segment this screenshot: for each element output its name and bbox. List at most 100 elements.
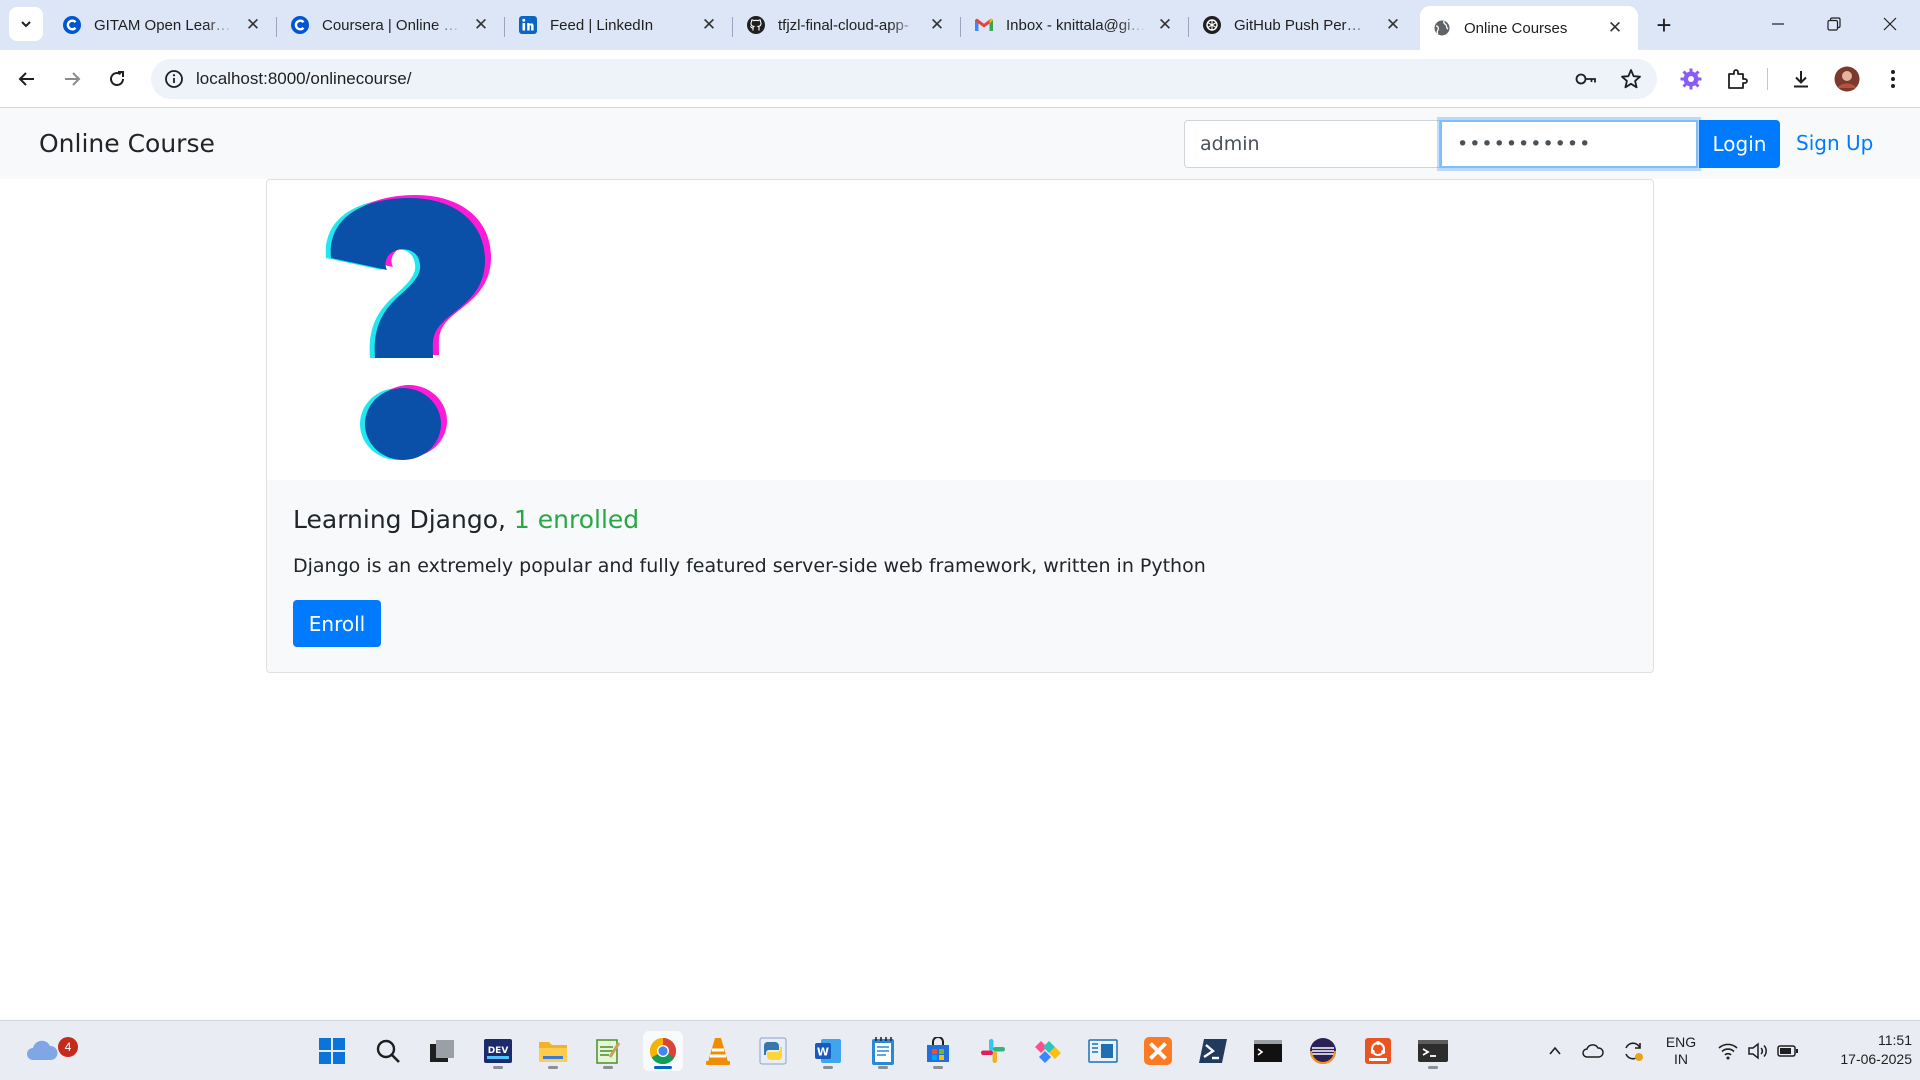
onedrive-tray-icon[interactable] (1578, 1021, 1608, 1080)
bookmark-star-icon[interactable] (1619, 67, 1643, 91)
eclipse-icon (1310, 1038, 1336, 1064)
command-prompt-icon (1254, 1040, 1282, 1062)
browser-tab[interactable]: Feed | LinkedIn ✕ (506, 6, 732, 44)
taskbar-app-vlc[interactable] (698, 1031, 738, 1071)
taskbar-app-file-explorer[interactable] (533, 1031, 573, 1071)
reload-icon (110, 71, 124, 86)
close-icon[interactable]: ✕ (926, 14, 948, 36)
restore-button[interactable] (1806, 0, 1862, 48)
close-icon[interactable]: ✕ (1604, 17, 1626, 39)
course-title: Learning Django, 1 enrolled (293, 505, 639, 534)
close-icon[interactable]: ✕ (1382, 14, 1404, 36)
wifi-tray-icon[interactable] (1714, 1021, 1742, 1080)
enroll-button[interactable]: Enroll (293, 600, 381, 647)
tab-separator (1188, 17, 1189, 37)
extension-gear-button[interactable] (1676, 64, 1706, 94)
taskbar-clock[interactable]: 11:51 17-06-2025 (1808, 1031, 1912, 1069)
taskbar-app-slack[interactable] (973, 1031, 1013, 1071)
close-icon (1883, 17, 1897, 31)
browser-tab[interactable]: tfjzl-final-cloud-app- ✕ (734, 6, 960, 44)
taskbar-search-button[interactable] (368, 1031, 408, 1071)
profile-avatar[interactable] (1832, 64, 1862, 94)
notepad-plus-icon (596, 1039, 621, 1064)
taskbar-app-chrome[interactable] (643, 1031, 683, 1071)
site-info-icon[interactable] (163, 68, 185, 90)
taskbar-app-word[interactable]: W (808, 1031, 848, 1071)
browser-tab[interactable]: GitHub Push Permissions ✕ (1190, 6, 1416, 44)
store-icon (927, 1037, 949, 1062)
taskbar-app-editor[interactable] (588, 1031, 628, 1071)
coursera-icon (290, 15, 310, 35)
taskbar-app-powershell[interactable] (1193, 1031, 1233, 1071)
extensions-button[interactable] (1722, 64, 1752, 94)
tab-separator (504, 17, 505, 37)
sync-icon (1625, 1042, 1643, 1061)
battery-icon (1777, 1045, 1798, 1057)
reload-button[interactable] (100, 62, 134, 96)
taskbar-app-gitkraken[interactable] (1028, 1031, 1068, 1071)
minimize-icon (1772, 23, 1784, 25)
close-icon[interactable]: ✕ (698, 14, 720, 36)
taskbar-app-devhome[interactable]: DEV (478, 1031, 518, 1071)
taskbar-app-notepad[interactable] (863, 1031, 903, 1071)
page-viewport: Online Course admin ••••••••••• Login Si… (0, 108, 1920, 1020)
weather-widget[interactable]: 4 (20, 1031, 78, 1071)
chevron-down-icon (21, 21, 31, 28)
browser-toolbar: localhost:8000/onlinecourse/ (0, 50, 1920, 108)
signup-link[interactable]: Sign Up (1796, 131, 1873, 155)
taskbar-app-store[interactable] (918, 1031, 958, 1071)
taskbar-app-remote[interactable] (1083, 1031, 1123, 1071)
password-key-icon[interactable] (1574, 68, 1598, 90)
minimize-button[interactable] (1750, 0, 1806, 48)
start-button[interactable] (312, 1031, 352, 1071)
battery-tray-icon[interactable] (1774, 1021, 1802, 1080)
chatgpt-icon (1202, 15, 1222, 35)
chrome-menu-button[interactable] (1878, 64, 1908, 94)
taskbar-app-ubuntu[interactable] (1358, 1031, 1398, 1071)
ubuntu-icon (1365, 1038, 1391, 1064)
course-name: Learning Django, (293, 505, 506, 534)
taskbar-app-cmd[interactable] (1248, 1031, 1288, 1071)
new-tab-button[interactable]: + (1648, 9, 1680, 41)
downloads-button[interactable] (1786, 64, 1816, 94)
task-view-button[interactable] (422, 1031, 462, 1071)
language-indicator[interactable]: ENG IN (1658, 1021, 1704, 1080)
close-window-button[interactable] (1862, 0, 1918, 48)
toolbar-divider (1767, 68, 1768, 90)
tab-title: GITAM Open Learning (94, 16, 234, 34)
browser-tab-active[interactable]: Online Courses ✕ (1420, 6, 1638, 50)
tab-title: Online Courses (1464, 19, 1568, 37)
url-text[interactable]: localhost:8000/onlinecourse/ (196, 69, 411, 89)
gmail-icon (974, 15, 994, 35)
tab-title: Inbox - knittala@gitam (1006, 16, 1146, 34)
login-button[interactable]: Login (1699, 120, 1780, 168)
tab-separator (732, 17, 733, 37)
close-icon[interactable]: ✕ (242, 14, 264, 36)
tab-search-button[interactable] (9, 7, 43, 41)
taskbar-app-python[interactable] (753, 1031, 793, 1071)
forward-button[interactable] (55, 62, 89, 96)
running-indicator (823, 1066, 833, 1069)
username-input[interactable]: admin (1184, 120, 1440, 168)
browser-tab[interactable]: Inbox - knittala@gitam ✕ (962, 6, 1188, 44)
course-description: Django is an extremely popular and fully… (293, 555, 1206, 577)
brand-link[interactable]: Online Course (39, 129, 215, 158)
back-button[interactable] (10, 62, 44, 96)
chrome-icon (649, 1037, 677, 1065)
password-input[interactable]: ••••••••••• (1440, 120, 1698, 168)
taskbar-app-xampp[interactable] (1138, 1031, 1178, 1071)
taskbar-app-eclipse[interactable] (1303, 1031, 1343, 1071)
volume-tray-icon[interactable] (1744, 1021, 1772, 1080)
browser-tab[interactable]: Coursera | Online Courses ✕ (278, 6, 504, 44)
close-icon[interactable]: ✕ (470, 14, 492, 36)
running-indicator (493, 1066, 503, 1069)
browser-tab[interactable]: GITAM Open Learning ✕ (50, 6, 276, 44)
taskbar-app-terminal[interactable] (1413, 1031, 1453, 1071)
address-bar[interactable]: localhost:8000/onlinecourse/ (151, 59, 1657, 99)
show-hidden-icons-button[interactable] (1540, 1021, 1570, 1080)
sync-tray-icon[interactable] (1618, 1021, 1648, 1080)
close-icon[interactable]: ✕ (1154, 14, 1176, 36)
cloud-outline-icon (1582, 1044, 1604, 1058)
coursera-icon (62, 15, 82, 35)
restore-icon (1827, 17, 1841, 31)
